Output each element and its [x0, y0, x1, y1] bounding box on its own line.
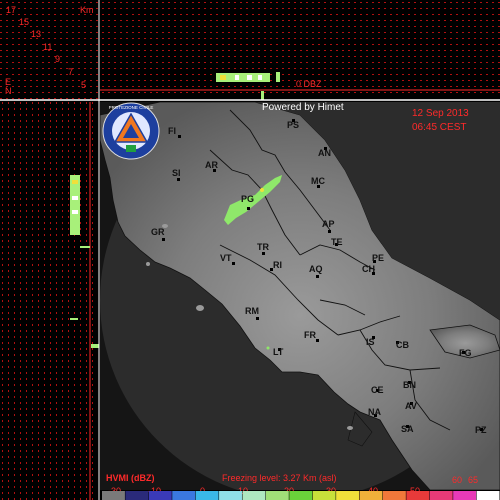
city-label: PS: [287, 120, 299, 130]
city-label: VT: [220, 253, 232, 263]
city-pe: PE: [372, 253, 384, 263]
city-pz: PZ: [475, 425, 487, 435]
city-label: GR: [151, 227, 165, 237]
city-label: AV: [405, 401, 417, 411]
legend-tick: 60: [452, 475, 462, 485]
height-tick: 17: [6, 5, 16, 15]
city-label: RI: [273, 260, 282, 270]
height-tick: 13: [31, 29, 41, 39]
city-na: NA: [368, 407, 381, 417]
height-tick: 11: [43, 42, 52, 52]
time-label: 06:45 CEST: [412, 122, 466, 133]
legend-swatch: [453, 491, 477, 500]
city-label: FR: [304, 330, 316, 340]
height-tick: 7: [68, 67, 73, 77]
city-label: AQ: [309, 264, 323, 274]
city-bn: BN: [403, 380, 416, 390]
top-cross-section: 0 DBZ: [100, 0, 500, 100]
legend-swatch: [382, 491, 406, 500]
date-label: 12 Sep 2013: [412, 108, 469, 119]
city-label: PG: [241, 194, 254, 204]
left-cross-section: [0, 102, 99, 500]
radar-display: Km 17 15 13 11 9 7 5 E N 0 DBZ FI PS AN …: [0, 0, 500, 500]
city-label: CH: [362, 264, 375, 274]
side-letter-n: N: [5, 86, 12, 96]
zero-dbz-label: 0 DBZ: [296, 79, 322, 89]
legend-colorbar: [102, 491, 500, 500]
height-tick: 15: [19, 17, 29, 27]
legend-swatch: [172, 491, 196, 500]
legend-swatch: [476, 491, 500, 500]
height-tick: 5: [81, 80, 86, 90]
city-label: LT: [273, 347, 284, 357]
legend-swatch: [429, 491, 453, 500]
city-label: NA: [368, 407, 381, 417]
city-label: CE: [371, 385, 384, 395]
city-label: FG: [459, 348, 472, 358]
city-label: AP: [322, 219, 335, 229]
legend-swatch: [312, 491, 336, 500]
legend-swatch: [289, 491, 313, 500]
legend-swatch: [336, 491, 360, 500]
legend-swatch: [359, 491, 383, 500]
legend-swatch: [242, 491, 266, 500]
city-av: AV: [405, 401, 417, 411]
height-tick: 9: [55, 54, 60, 64]
legend-product-label: HVMI (dBZ): [106, 473, 155, 483]
city-label: SI: [172, 168, 181, 178]
city-ce: CE: [371, 385, 384, 395]
city-label: PE: [372, 253, 384, 263]
city-cb: CB: [396, 340, 409, 350]
city-ps: PS: [287, 119, 299, 130]
city-label: PZ: [475, 425, 487, 435]
logo-ring-text: PROTEZIONE CIVILE: [109, 105, 154, 110]
city-label: MC: [311, 176, 325, 186]
height-axis-label: Km: [80, 5, 94, 15]
legend-swatch: [148, 491, 172, 500]
city-label: SA: [401, 424, 414, 434]
city-lt: LT: [273, 347, 284, 357]
powered-by-label: Powered by Himet: [262, 102, 344, 113]
city-label: TE: [331, 237, 343, 247]
city-is: IS: [366, 336, 375, 347]
legend-swatch: [265, 491, 289, 500]
legend-tick: 65: [468, 475, 478, 485]
legend-swatch: [125, 491, 149, 500]
legend-swatch: [406, 491, 430, 500]
city-label: AN: [318, 148, 331, 158]
city-label: FI: [168, 126, 176, 136]
city-label: AR: [205, 160, 218, 170]
protezione-civile-logo: PROTEZIONE CIVILE: [102, 102, 160, 160]
legend-swatch: [195, 491, 219, 500]
city-ch: CH: [362, 264, 375, 275]
city-label: RM: [245, 306, 259, 316]
legend-swatch: [102, 491, 125, 500]
radar-map: FI PS AN SI AR MC PG GR AP TE TR VT RI P…: [100, 102, 500, 490]
city-label: TR: [257, 242, 269, 252]
city-an: AN: [318, 147, 331, 158]
city-label: CB: [396, 340, 409, 350]
freezing-level-label: Freezing level: 3.27 Km (asl): [222, 473, 337, 483]
city-te: TE: [331, 237, 343, 247]
city-sa: SA: [401, 424, 414, 434]
city-fg: FG: [459, 348, 472, 358]
city-label: IS: [366, 337, 375, 347]
legend-swatch: [219, 491, 242, 500]
height-scale-panel: Km 17 15 13 11 9 7 5 E N: [0, 0, 100, 100]
city-label: BN: [403, 380, 416, 390]
